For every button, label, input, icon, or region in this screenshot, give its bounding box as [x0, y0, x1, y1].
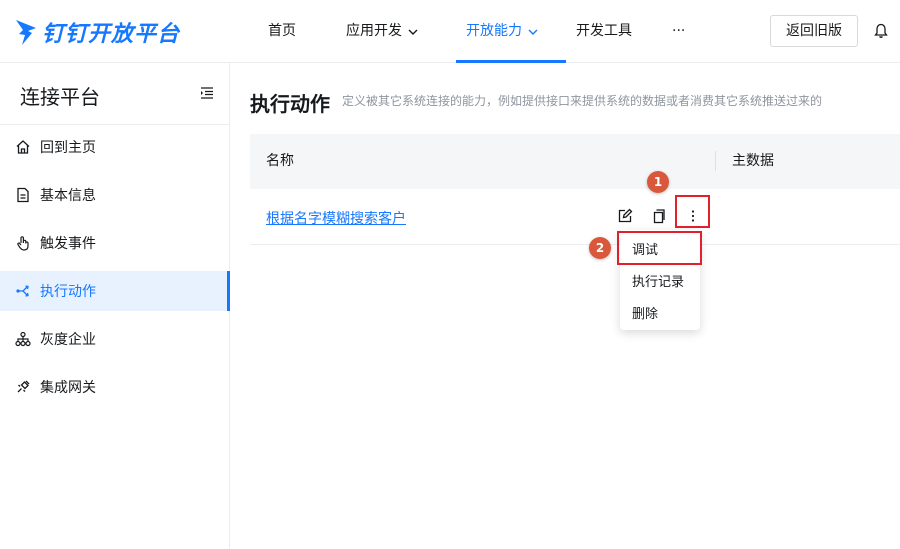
nav-dev-tools-label: 开发工具	[576, 23, 632, 39]
tap-icon	[17, 236, 29, 251]
column-header-name: 名称	[266, 153, 294, 169]
column-divider	[715, 151, 716, 171]
org-icon	[15, 331, 31, 347]
back-to-old-version-button[interactable]: 返回旧版	[770, 15, 858, 47]
nav-active-indicator	[456, 60, 566, 63]
logo-text: 钉钉开放平台	[42, 22, 181, 47]
nav-app-dev[interactable]: 应用开发	[346, 0, 418, 63]
sidebar-title: 连接平台	[20, 85, 100, 109]
highlight-box-more	[675, 195, 710, 228]
action-name-link[interactable]: 根据名字模糊搜索客户	[266, 208, 406, 228]
table-row: 根据名字模糊搜索客户	[250, 189, 900, 245]
document-icon	[17, 187, 29, 203]
nav-home-label: 首页	[268, 23, 296, 39]
column-header-master-data: 主数据	[732, 153, 774, 169]
sidebar-divider	[0, 124, 229, 125]
menu-item-delete[interactable]: 删除	[632, 303, 658, 322]
nav-open-capability-label: 开放能力	[466, 23, 522, 39]
sidebar-item-label: 灰度企业	[40, 332, 96, 348]
logo[interactable]: 钉钉开放平台	[14, 16, 180, 48]
nav-dev-tools[interactable]: 开发工具	[576, 0, 632, 63]
sidebar-item-label: 执行动作	[40, 284, 96, 300]
sidebar-item-trigger-events[interactable]: 触发事件	[0, 223, 230, 263]
menu-collapse-icon[interactable]	[200, 87, 214, 99]
sidebar-item-label: 基本信息	[40, 188, 96, 204]
top-navbar: 钉钉开放平台 首页 应用开发 开放能力 开发工具 ··· 返回旧版	[0, 0, 900, 63]
nav-more[interactable]: ···	[672, 0, 685, 63]
sidebar: 连接平台 回到主页 基本信息 触发事件 执行动作 灰度企业 集成网关	[0, 63, 230, 549]
sidebar-item-gateway[interactable]: 集成网关	[0, 367, 230, 407]
branch-icon	[16, 285, 29, 297]
sidebar-item-home[interactable]: 回到主页	[0, 127, 230, 167]
dingtalk-logo-icon	[16, 20, 36, 45]
sidebar-item-label: 回到主页	[40, 140, 96, 156]
copy-icon[interactable]	[651, 208, 667, 224]
chevron-down-icon	[408, 29, 418, 35]
highlight-box-debug	[617, 231, 702, 265]
plug-icon	[17, 380, 30, 393]
sidebar-item-label: 触发事件	[40, 236, 96, 252]
menu-item-execution-log[interactable]: 执行记录	[632, 271, 684, 290]
page-description: 定义被其它系统连接的能力，例如提供接口来提供系统的数据或者消费其它系统推送过来的	[342, 94, 823, 108]
nav-app-dev-label: 应用开发	[346, 23, 402, 39]
edit-icon[interactable]	[617, 208, 633, 224]
sidebar-item-basic-info[interactable]: 基本信息	[0, 175, 230, 215]
bell-icon[interactable]	[874, 23, 888, 39]
chevron-down-icon	[528, 29, 538, 35]
nav-open-capability[interactable]: 开放能力	[466, 0, 538, 63]
sidebar-item-label: 集成网关	[40, 380, 96, 396]
sidebar-item-actions[interactable]: 执行动作	[0, 271, 230, 311]
step-badge-1: 1	[647, 171, 669, 193]
step-badge-2: 2	[589, 237, 611, 259]
table-header: 名称 主数据	[250, 134, 900, 189]
page-title: 执行动作	[250, 92, 330, 116]
nav-more-label: ···	[672, 23, 686, 39]
sidebar-item-gray-enterprise[interactable]: 灰度企业	[0, 319, 230, 359]
home-icon	[16, 140, 30, 154]
nav-home[interactable]: 首页	[268, 0, 296, 63]
